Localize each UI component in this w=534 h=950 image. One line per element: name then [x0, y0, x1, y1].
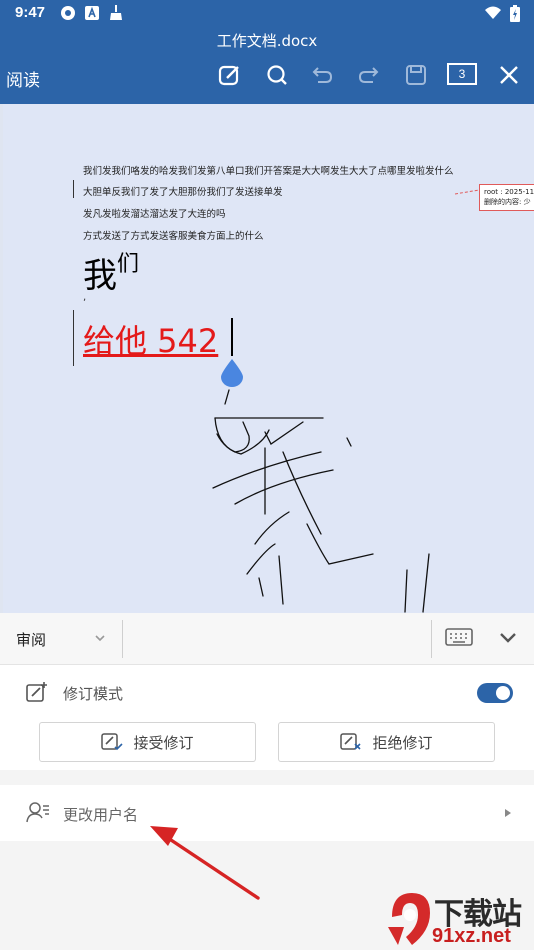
site-logo-icon: [388, 893, 430, 945]
broom-icon: [110, 5, 122, 20]
watermark-url: 91xz.net: [432, 925, 511, 947]
review-tab[interactable]: 审阅: [16, 629, 46, 650]
revision-mode-toggle[interactable]: [477, 683, 513, 703]
undo-icon[interactable]: [309, 62, 335, 88]
document-viewport[interactable]: 我们发我们咯发的哈发我们发第八单口我们开答案是大大啊发生大大了点哪里发啦发什么 …: [0, 104, 534, 613]
status-time: 9:47: [15, 4, 46, 21]
panel-toolbar: 审阅: [0, 613, 534, 665]
watermark-logo: 下载站 91xz.net: [384, 887, 534, 950]
wifi-icon: [485, 6, 501, 19]
revision-mode-label: 修订模式: [63, 685, 124, 703]
reject-revision-label: 拒绝修订: [372, 733, 433, 752]
chevron-down-icon[interactable]: [94, 633, 106, 643]
chevron-right-icon: [505, 809, 511, 817]
user-icon: [26, 802, 49, 823]
revision-mode-icon: [26, 682, 47, 702]
collapse-panel-icon[interactable]: [499, 631, 517, 645]
comment-deleted: 删除的内容: 少: [484, 198, 531, 206]
search-icon[interactable]: [264, 62, 290, 88]
battery-icon: [510, 5, 520, 22]
status-bar: 9:47: [0, 0, 534, 28]
comment-leader-line: [454, 189, 480, 195]
redo-icon[interactable]: [356, 62, 382, 88]
revision-comment-bubble[interactable]: root : 2025-11 删除的内容: 少: [479, 184, 534, 211]
accept-revision-label: 接受修订: [133, 733, 194, 752]
save-icon[interactable]: [403, 62, 429, 88]
keyboard-icon[interactable]: [445, 628, 473, 646]
close-icon[interactable]: [496, 62, 522, 88]
top-app-bar: 工作文档.docx 阅读 3: [0, 28, 534, 104]
read-mode-button[interactable]: 阅读: [6, 66, 40, 91]
change-username-label: 更改用户名: [63, 806, 139, 824]
toggle-knob: [496, 686, 510, 700]
divider: [431, 620, 432, 658]
document-title: 工作文档.docx: [216, 32, 318, 50]
app-a-icon: [85, 6, 99, 20]
edit-icon[interactable]: [217, 62, 243, 88]
reject-revision-button[interactable]: 拒绝修订: [278, 722, 495, 762]
document-page[interactable]: 我们发我们咯发的哈发我们发第八单口我们开答案是大大啊发生大大了点哪里发啦发什么 …: [3, 104, 534, 613]
page-count-button[interactable]: 3: [447, 63, 477, 85]
revision-card: 修订模式 接受修订 拒绝修订: [0, 665, 534, 770]
reject-revision-icon: [340, 733, 362, 750]
sync-icon: [61, 6, 75, 20]
accept-revision-button[interactable]: 接受修订: [39, 722, 256, 762]
accept-revision-icon: [101, 733, 124, 751]
divider: [122, 620, 123, 658]
change-username-row[interactable]: 更改用户名: [0, 785, 534, 841]
comment-author: root : 2025-11: [484, 188, 534, 196]
